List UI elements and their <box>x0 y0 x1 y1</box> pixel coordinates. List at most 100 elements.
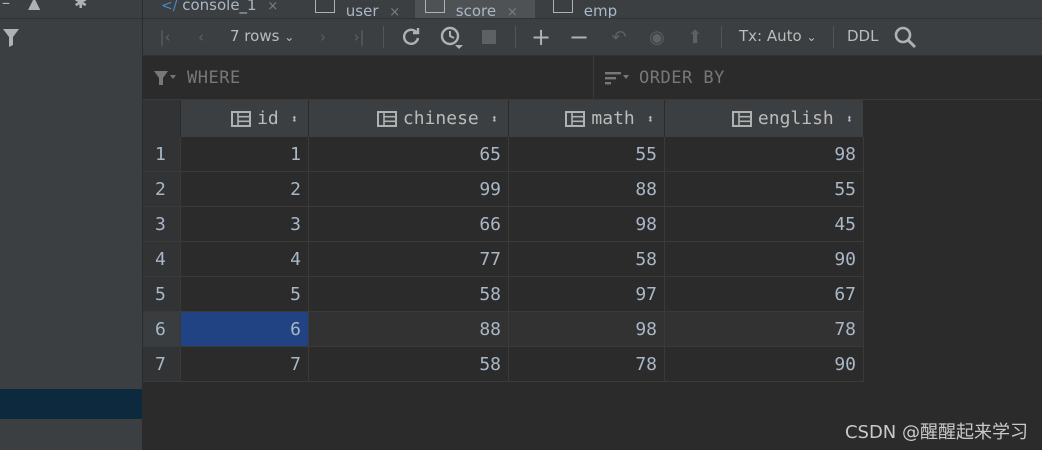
gear-icon[interactable]: ✱ <box>74 0 87 12</box>
corner-cell[interactable] <box>143 100 181 137</box>
table-row[interactable]: 7 7 58 78 90 <box>143 346 864 382</box>
column-icon <box>731 110 752 127</box>
sort-icon[interactable]: ⬍ <box>291 112 298 126</box>
close-icon[interactable]: × <box>507 5 518 18</box>
watermark: CSDN @醒醒起来学习 <box>844 422 1028 443</box>
cell-english[interactable]: 90 <box>664 241 864 277</box>
submit-icon[interactable]: ⬆ <box>683 25 707 49</box>
cell-chinese[interactable]: 58 <box>308 276 509 312</box>
close-icon[interactable]: × <box>267 0 278 14</box>
cell-math[interactable]: 55 <box>508 137 665 172</box>
row-number[interactable]: 5 <box>143 276 181 312</box>
filter-icon[interactable] <box>2 26 20 48</box>
row-number[interactable]: 1 <box>143 137 181 172</box>
cell-math[interactable]: 98 <box>508 311 665 347</box>
order-by-input[interactable]: ORDER BY <box>639 68 725 88</box>
add-row-icon[interactable]: + <box>529 23 553 51</box>
cell-english[interactable]: 98 <box>664 137 864 172</box>
cell-english[interactable]: 90 <box>664 346 864 382</box>
search-icon[interactable] <box>893 25 919 49</box>
cell-chinese[interactable]: 77 <box>308 241 509 277</box>
cell-english[interactable]: 67 <box>664 276 864 312</box>
collapse-icon[interactable]: ▲ <box>28 0 40 12</box>
cell-chinese[interactable]: 66 <box>308 206 509 242</box>
cell-id[interactable]: 6 <box>180 311 309 347</box>
cell-math[interactable]: 58 <box>508 241 665 277</box>
table-row[interactable]: 4 4 77 58 90 <box>143 241 864 277</box>
column-icon <box>231 110 252 127</box>
close-icon[interactable]: × <box>389 5 400 18</box>
cell-id[interactable]: 5 <box>180 276 309 312</box>
tab-label: emp <box>583 2 618 19</box>
cell-id[interactable]: 3 <box>180 206 309 242</box>
column-header-chinese[interactable]: chinese ⬍ <box>308 100 509 137</box>
cell-math[interactable]: 88 <box>508 171 665 207</box>
column-icon <box>565 110 586 127</box>
row-number[interactable]: 7 <box>143 346 181 382</box>
column-label: id <box>257 108 279 129</box>
tab-label: user <box>345 2 379 19</box>
cell-english[interactable]: 45 <box>664 206 864 242</box>
tab-console[interactable]: </ console_1 × <box>151 0 288 18</box>
column-header-id[interactable]: id ⬍ <box>180 100 309 137</box>
table-row[interactable]: 2 2 99 88 55 <box>143 171 864 207</box>
table-row[interactable]: 1 1 65 55 98 <box>143 137 864 172</box>
table-icon <box>315 0 335 13</box>
column-header-math[interactable]: math ⬍ <box>508 100 665 137</box>
cell-math[interactable]: 98 <box>508 206 665 242</box>
order-by-icon[interactable] <box>605 70 631 86</box>
tab-emp[interactable]: emp <box>543 0 627 18</box>
ddl-button[interactable]: DDL <box>847 27 878 45</box>
previous-page-icon[interactable]: ‹ <box>189 25 213 49</box>
cell-id[interactable]: 7 <box>180 346 309 382</box>
transaction-mode-selector[interactable]: Tx: Auto ⌄ <box>739 27 817 45</box>
row-number[interactable]: 3 <box>143 206 181 242</box>
history-icon[interactable] <box>439 25 465 49</box>
chevron-down-icon: ⌄ <box>806 30 817 44</box>
cell-chinese[interactable]: 58 <box>308 346 509 382</box>
cell-english[interactable]: 55 <box>664 171 864 207</box>
revert-icon[interactable]: ↶ <box>607 25 631 49</box>
sidebar-bottom <box>0 420 142 450</box>
cell-id[interactable]: 4 <box>180 241 309 277</box>
column-header-english[interactable]: english ⬍ <box>664 100 864 137</box>
result-grid: id ⬍ chinese ⬍ math ⬍ english ⬍ 1 1 65 5… <box>143 100 864 382</box>
rows-count-selector[interactable]: 7 rows ⌄ <box>230 27 294 45</box>
sidebar-selected-item[interactable] <box>0 389 142 419</box>
cell-chinese[interactable]: 88 <box>308 311 509 347</box>
refresh-icon[interactable] <box>399 25 423 49</box>
first-page-icon[interactable]: |‹ <box>153 25 177 49</box>
row-number[interactable]: 6 <box>143 311 181 347</box>
editor-tabs: </ console_1 × user × score × emp <box>143 0 1042 19</box>
minus-icon[interactable]: – <box>2 0 10 12</box>
next-page-icon[interactable]: › <box>311 25 335 49</box>
preview-icon[interactable]: ◉ <box>645 25 669 49</box>
tab-user[interactable]: user × <box>305 0 410 18</box>
table-row[interactable]: 6 6 88 98 78 <box>143 311 864 347</box>
cell-chinese[interactable]: 65 <box>308 137 509 172</box>
cell-math[interactable]: 78 <box>508 346 665 382</box>
tab-label: score <box>455 2 497 19</box>
stop-icon[interactable] <box>479 25 501 49</box>
sort-icon[interactable]: ⬍ <box>846 112 853 126</box>
remove-row-icon[interactable]: − <box>567 23 591 51</box>
column-label: chinese <box>402 108 479 129</box>
row-number[interactable]: 2 <box>143 171 181 207</box>
tab-score[interactable]: score × <box>415 0 535 18</box>
cell-id[interactable]: 2 <box>180 171 309 207</box>
where-filter-input[interactable]: WHERE <box>187 68 241 88</box>
row-number[interactable]: 4 <box>143 241 181 277</box>
table-row[interactable]: 5 5 58 97 67 <box>143 276 864 312</box>
data-toolbar: |‹ ‹ 7 rows ⌄ › ›| + − ↶ ◉ ⬆ Tx: Auto ⌄ … <box>143 19 1042 56</box>
last-page-icon[interactable]: ›| <box>347 25 371 49</box>
table-row[interactable]: 3 3 66 98 45 <box>143 206 864 242</box>
sort-icon[interactable]: ⬍ <box>647 112 654 126</box>
cell-english[interactable]: 78 <box>664 311 864 347</box>
where-filter-icon[interactable] <box>153 70 177 86</box>
chevron-down-icon: ⌄ <box>284 30 295 44</box>
cell-math[interactable]: 97 <box>508 276 665 312</box>
sort-icon[interactable]: ⬍ <box>491 112 498 126</box>
cell-id[interactable]: 1 <box>180 137 309 172</box>
cell-chinese[interactable]: 99 <box>308 171 509 207</box>
table-icon <box>425 0 445 13</box>
